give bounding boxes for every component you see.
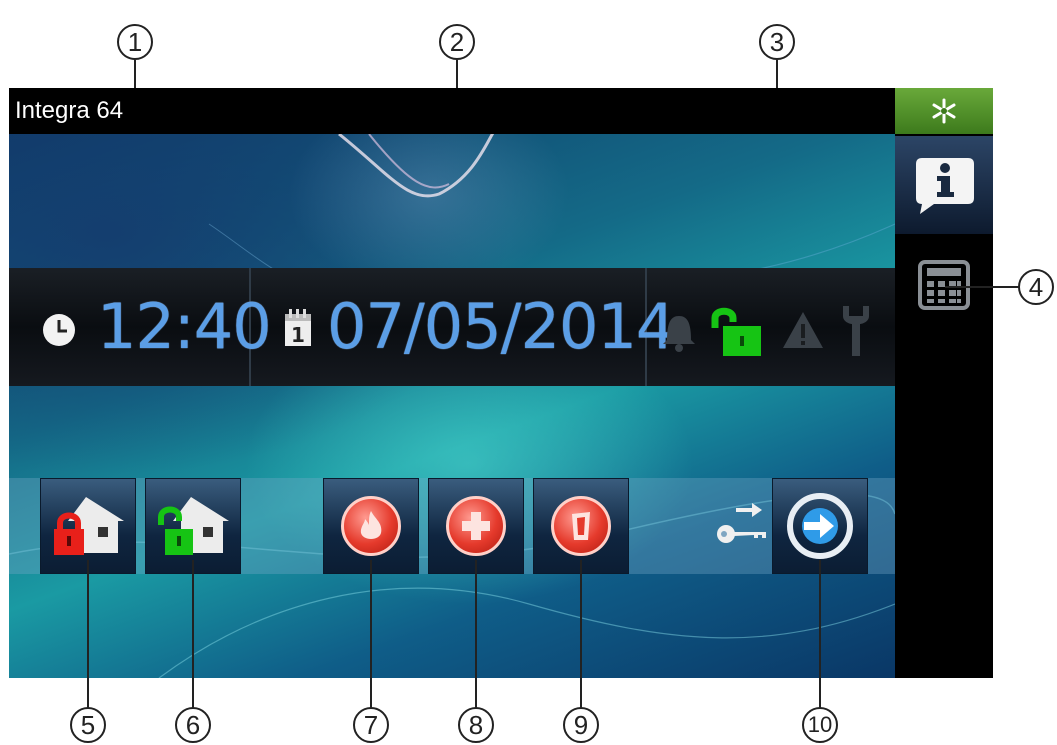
callout-1: 1 bbox=[117, 24, 153, 60]
time-display: 12:40 bbox=[97, 290, 272, 363]
leader-4 bbox=[945, 286, 1019, 288]
fire-icon bbox=[360, 511, 382, 539]
leader-9 bbox=[580, 560, 582, 708]
key-arrow-icon bbox=[717, 503, 766, 543]
date-display: 07/05/2014 bbox=[327, 290, 675, 363]
callout-4: 4 bbox=[1018, 269, 1054, 305]
fire-icon-ball bbox=[341, 496, 401, 556]
medical-icon-ball bbox=[446, 496, 506, 556]
exit-arrow-icon bbox=[802, 508, 838, 544]
window-title: Integra 64 bbox=[9, 88, 895, 134]
quick-action-bar bbox=[9, 478, 895, 574]
panic-icon-ball bbox=[551, 496, 611, 556]
callout-9: 9 bbox=[563, 707, 599, 743]
callout-7: 7 bbox=[353, 707, 389, 743]
calendar-day: 1 bbox=[291, 323, 305, 347]
calendar-icon: 1 bbox=[285, 309, 311, 347]
side-panel bbox=[895, 88, 993, 678]
callout-2: 2 bbox=[439, 24, 475, 60]
clock-icon bbox=[43, 314, 75, 346]
leader-8 bbox=[475, 560, 477, 708]
leader-10 bbox=[819, 560, 821, 708]
time-segment[interactable]: 12:40 bbox=[9, 268, 272, 386]
house-unlocked-icon bbox=[158, 497, 229, 555]
medical-cross-icon bbox=[462, 512, 490, 540]
keypad-screen: Integra 64 12:40 1 07/05/2014 bbox=[9, 88, 993, 678]
wallpaper-swirls bbox=[9, 134, 895, 678]
date-segment[interactable]: 1 07/05/2014 bbox=[251, 268, 675, 386]
callout-6: 6 bbox=[175, 707, 211, 743]
leader-7 bbox=[370, 560, 372, 708]
exit-ring bbox=[787, 493, 853, 559]
house-locked-icon bbox=[54, 497, 124, 555]
keypad-icon bbox=[918, 260, 970, 310]
open-padlock-icon bbox=[711, 307, 761, 356]
callout-5: 5 bbox=[70, 707, 106, 743]
leader-5 bbox=[87, 560, 89, 708]
keypad-button[interactable] bbox=[895, 248, 993, 322]
wrench-icon bbox=[843, 306, 869, 356]
leader-6 bbox=[192, 560, 194, 708]
snowflake-icon bbox=[932, 98, 956, 124]
panic-icon bbox=[572, 512, 590, 540]
warning-icon bbox=[783, 312, 823, 348]
info-icon bbox=[916, 158, 974, 214]
callout-8: 8 bbox=[458, 707, 494, 743]
snowflake-button[interactable] bbox=[895, 88, 993, 134]
info-button[interactable] bbox=[895, 136, 993, 234]
wallpaper bbox=[9, 134, 895, 678]
status-bar: 12:40 1 07/05/2014 bbox=[9, 268, 895, 386]
system-state-segment[interactable] bbox=[647, 268, 895, 386]
callout-10: 10 bbox=[802, 707, 838, 743]
callout-3: 3 bbox=[759, 24, 795, 60]
bell-icon bbox=[663, 316, 695, 352]
